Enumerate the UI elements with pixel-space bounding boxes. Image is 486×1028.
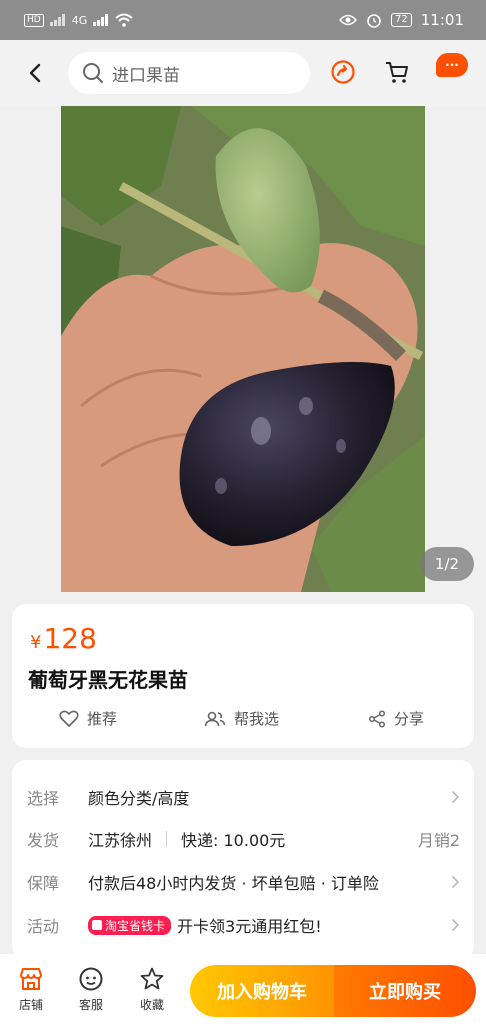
recommend-button[interactable]: 推荐 [59,708,117,729]
badge-text: 淘宝省钱卡 [105,918,166,933]
select-value: 颜色分类/高度 [88,789,190,808]
shipping-row[interactable]: 发货 江苏徐州 快递: 10.00元 月销2 [12,818,474,860]
more-button[interactable]: ··· [436,53,468,77]
header: 进口果苗 ··· [0,40,486,106]
badge-icon [92,920,102,930]
guarantee-row[interactable]: 保障 付款后48小时内发货 · 坏单包赔 · 订单险 [12,861,474,903]
share-label: 分享 [394,710,425,728]
hd-indicator: HD [24,13,44,27]
shop-label: 店铺 [18,998,43,1012]
alarm-icon [367,14,381,28]
fig-photo [61,106,425,592]
cart-icon [386,62,408,83]
star-icon [140,967,164,990]
recommend-label: 推荐 [87,710,118,728]
select-row[interactable]: 选择 颜色分类/高度 [12,776,474,818]
status-left: HD 4G [24,13,133,27]
search-placeholder: 进口果苗 [112,65,180,86]
back-button[interactable] [20,58,50,88]
price-card: ¥ 128 葡萄牙黑无花果苗 推荐 帮我选 分享 [12,604,474,748]
promo-text: 开卡领3元通用红包! [177,917,322,936]
select-label: 选择 [27,789,60,808]
guarantee-value: 付款后48小时内发货 · 坏单包赔 · 订单险 [88,874,379,893]
product-image[interactable] [61,106,425,592]
people-icon [204,711,226,726]
eye-icon [339,14,358,26]
service-label: 客服 [78,998,103,1012]
shop-icon [20,968,42,990]
product-title: 葡萄牙黑无花果苗 [28,668,188,692]
share-button[interactable]: 分享 [368,708,424,729]
promo-row[interactable]: 活动 淘宝省钱卡 开卡领3元通用红包! [12,904,474,946]
guarantee-label: 保障 [27,874,60,893]
share-coin-icon [331,60,355,84]
price-value: 128 [43,622,97,655]
chevron-right-icon [451,918,460,932]
cart-button[interactable] [382,57,412,87]
heart-icon [59,710,79,727]
ship-location: 江苏徐州 [88,831,153,850]
buy-now-button[interactable]: 立即购买 [334,965,476,1017]
price: ¥ 128 [30,622,97,655]
chevron-right-icon [451,875,460,889]
monthly-sales: 月销2 [417,831,460,850]
service-button[interactable]: 客服 [66,966,116,1013]
info-card: 选择 颜色分类/高度 发货 江苏徐州 快递: 10.00元 月销2 保障 付款后… [12,760,474,960]
service-icon [79,967,103,991]
wifi-icon [115,13,133,27]
help-choose-label: 帮我选 [234,710,280,728]
add-to-cart-button[interactable]: 加入购物车 [190,965,334,1017]
battery-indicator: 72 [391,13,412,27]
favorite-button[interactable]: 收藏 [127,966,177,1013]
search-icon [83,63,103,83]
image-counter: 1/2 [420,547,474,581]
signal-icon [49,14,65,26]
promo-value: 淘宝省钱卡 开卡领3元通用红包! [88,913,322,937]
favorite-label: 收藏 [139,998,164,1012]
currency-symbol: ¥ [30,632,42,653]
shop-button[interactable]: 店铺 [6,966,56,1013]
share-icon [368,709,386,728]
help-choose-button[interactable]: 帮我选 [204,708,279,729]
clock: 11:01 [420,11,464,29]
divider [166,831,168,847]
shipping-label: 发货 [27,831,60,850]
search-input[interactable]: 进口果苗 [68,52,310,94]
share-earn-button[interactable] [328,57,358,87]
more-dots-icon: ··· [445,58,459,72]
shipping-value: 江苏徐州 快递: 10.00元 [88,827,285,851]
status-bar: HD 4G 72 11:01 [0,0,486,40]
chevron-right-icon [451,790,460,804]
bottom-bar: 店铺 客服 收藏 加入购物车 立即购买 [0,954,486,1028]
savings-card-badge: 淘宝省钱卡 [88,915,172,935]
network-type: 4G [71,13,88,27]
status-right: 72 11:01 [339,11,464,29]
signal-icon-2 [93,14,109,26]
ship-express: 快递: 10.00元 [181,831,286,850]
chevron-left-icon [29,63,41,83]
promo-label: 活动 [27,917,60,936]
